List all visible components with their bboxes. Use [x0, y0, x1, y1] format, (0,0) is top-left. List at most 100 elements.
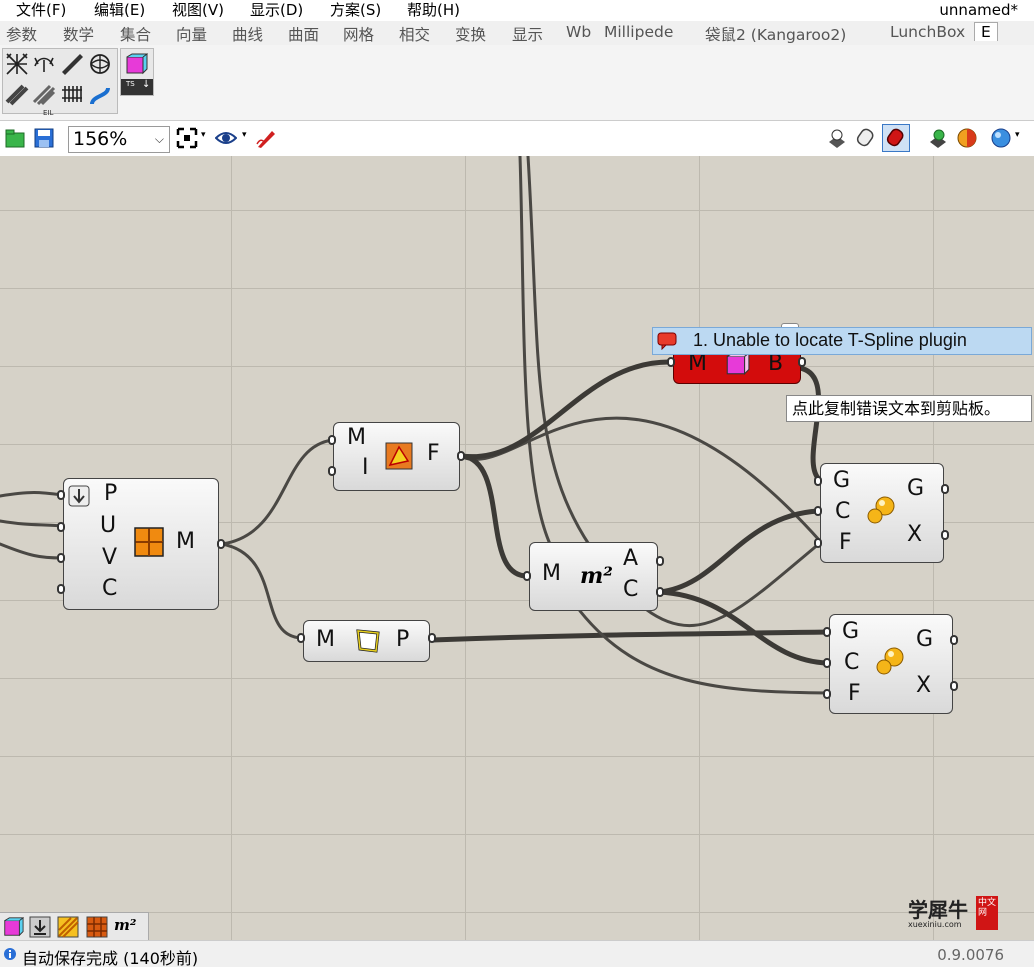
tab-wb[interactable]: Wb: [566, 23, 591, 41]
preview-eye-icon[interactable]: [215, 127, 237, 149]
sketch-pen-icon[interactable]: [255, 127, 277, 149]
status-message: 自动保存完成 (140秒前): [22, 949, 199, 968]
tab-transform[interactable]: 变换: [455, 23, 486, 45]
input-grip[interactable]: [57, 553, 65, 563]
input-port-label: M: [316, 627, 335, 652]
plane-icon[interactable]: [60, 52, 84, 76]
area-m2-icon[interactable]: m²: [114, 916, 136, 934]
preview-wire-icon[interactable]: [826, 127, 848, 149]
wire: [518, 156, 552, 546]
output-port-label: X: [916, 673, 932, 698]
menu-help[interactable]: 帮助(H): [407, 0, 460, 20]
input-grip[interactable]: [328, 435, 336, 445]
tab-millipede[interactable]: Millipede: [604, 23, 673, 41]
brick-grid-icon[interactable]: [86, 916, 108, 938]
tab-lunchbox[interactable]: LunchBox: [890, 23, 965, 41]
error-message-tooltip[interactable]: 1. Unable to locate T-Spline plugin: [652, 327, 1032, 355]
input-grip[interactable]: [814, 538, 822, 548]
download-icon[interactable]: [29, 916, 51, 938]
input-grip[interactable]: [814, 476, 822, 486]
wire: [0, 491, 64, 498]
flatten-toggle-icon[interactable]: [68, 485, 90, 507]
output-grip[interactable]: [950, 681, 958, 691]
tab-surface[interactable]: 曲面: [288, 23, 319, 45]
kangaroo-solver-component[interactable]: G C F G X: [820, 463, 944, 563]
morph-grid-icon: [134, 527, 164, 557]
tab-curve[interactable]: 曲线: [232, 23, 263, 45]
zoom-extents-icon[interactable]: [176, 127, 198, 149]
tab-vector[interactable]: 向量: [176, 23, 207, 45]
output-grip[interactable]: [656, 587, 664, 597]
preview-shaded-icon[interactable]: [855, 127, 877, 149]
tspline-box-icon[interactable]: [2, 916, 24, 938]
render-sphere-icon[interactable]: [990, 127, 1012, 149]
wire: [459, 359, 673, 460]
sphere-mesh-icon[interactable]: [88, 52, 112, 76]
menu-view[interactable]: 视图(V): [172, 0, 224, 20]
menu-edit[interactable]: 编辑(E): [94, 0, 145, 20]
output-grip[interactable]: [941, 530, 949, 540]
input-grip[interactable]: [823, 658, 831, 668]
recent-components-bar: m²: [0, 912, 149, 941]
input-grip[interactable]: [823, 689, 831, 699]
tab-mesh[interactable]: 网格: [343, 23, 374, 45]
chevron-down-icon[interactable]: ▾: [242, 130, 247, 140]
tab-sets[interactable]: 集合: [120, 23, 151, 45]
tab-maths[interactable]: 数学: [63, 23, 94, 45]
mesh-perimeter-component[interactable]: M P: [303, 620, 430, 662]
menu-display[interactable]: 显示(D): [250, 0, 303, 20]
input-grip[interactable]: [57, 584, 65, 594]
input-grip[interactable]: [57, 522, 65, 532]
output-grip[interactable]: [798, 357, 806, 367]
stripes-surface-icon[interactable]: [57, 916, 79, 938]
input-grip[interactable]: [814, 506, 822, 516]
wireframe-mesh-icon[interactable]: [5, 52, 29, 76]
input-grip[interactable]: [297, 633, 305, 643]
wire: [429, 629, 831, 643]
input-grip[interactable]: [823, 627, 831, 637]
tab-display[interactable]: 显示: [512, 23, 543, 45]
input-grip[interactable]: [667, 357, 675, 367]
input-port-label: M: [688, 351, 707, 376]
menu-file[interactable]: 文件(F): [16, 0, 66, 20]
tab-intersect[interactable]: 相交: [399, 23, 430, 45]
output-grip[interactable]: [428, 633, 436, 643]
bake-icon[interactable]: [927, 127, 949, 149]
open-file-icon[interactable]: [4, 127, 26, 149]
input-grip[interactable]: [523, 571, 531, 581]
lobster-icon[interactable]: [32, 52, 56, 76]
grate-icon[interactable]: [32, 82, 56, 106]
output-port-label: M: [176, 529, 195, 554]
input-grip[interactable]: [328, 466, 336, 476]
kangaroo-solver-component[interactable]: G C F G X: [829, 614, 953, 714]
menu-solution[interactable]: 方案(S): [330, 0, 381, 20]
tspline-box-icon[interactable]: [124, 52, 148, 76]
material-sphere-icon[interactable]: [956, 127, 978, 149]
info-icon: [4, 948, 16, 960]
curve-icon[interactable]: [88, 82, 112, 106]
input-port-label: G: [833, 468, 851, 493]
face-boundaries-component[interactable]: M I F: [333, 422, 460, 491]
ts-dropdown[interactable]: TS ↓: [121, 79, 153, 95]
preview-selected-toggle[interactable]: [882, 124, 910, 152]
tab-kangaroo2[interactable]: 袋鼠2 (Kangaroo2): [705, 23, 846, 45]
tab-e[interactable]: E: [974, 22, 998, 41]
output-grip[interactable]: [950, 635, 958, 645]
output-grip[interactable]: [941, 484, 949, 494]
fence-icon[interactable]: [60, 82, 84, 106]
surface-morph-component[interactable]: P U V C M: [63, 478, 219, 610]
save-file-icon[interactable]: [33, 127, 55, 149]
red-shape-icon: [886, 128, 904, 147]
chevron-down-icon[interactable]: ▾: [1015, 130, 1020, 140]
output-grip[interactable]: [217, 539, 225, 549]
ribbon-icon[interactable]: [5, 82, 29, 106]
output-grip[interactable]: [656, 556, 664, 566]
input-port-label: C: [102, 576, 118, 601]
input-grip[interactable]: [57, 490, 65, 500]
tab-params[interactable]: 参数: [6, 23, 37, 45]
output-grip[interactable]: [457, 451, 465, 461]
chevron-down-icon[interactable]: ▾: [201, 130, 206, 140]
zoom-level-dropdown[interactable]: 156% ⌵: [68, 126, 170, 153]
area-component[interactable]: M m² A C: [529, 542, 658, 611]
grasshopper-canvas[interactable]: P U V C M M I F M P M m² A C M B G C F G…: [0, 156, 1034, 940]
